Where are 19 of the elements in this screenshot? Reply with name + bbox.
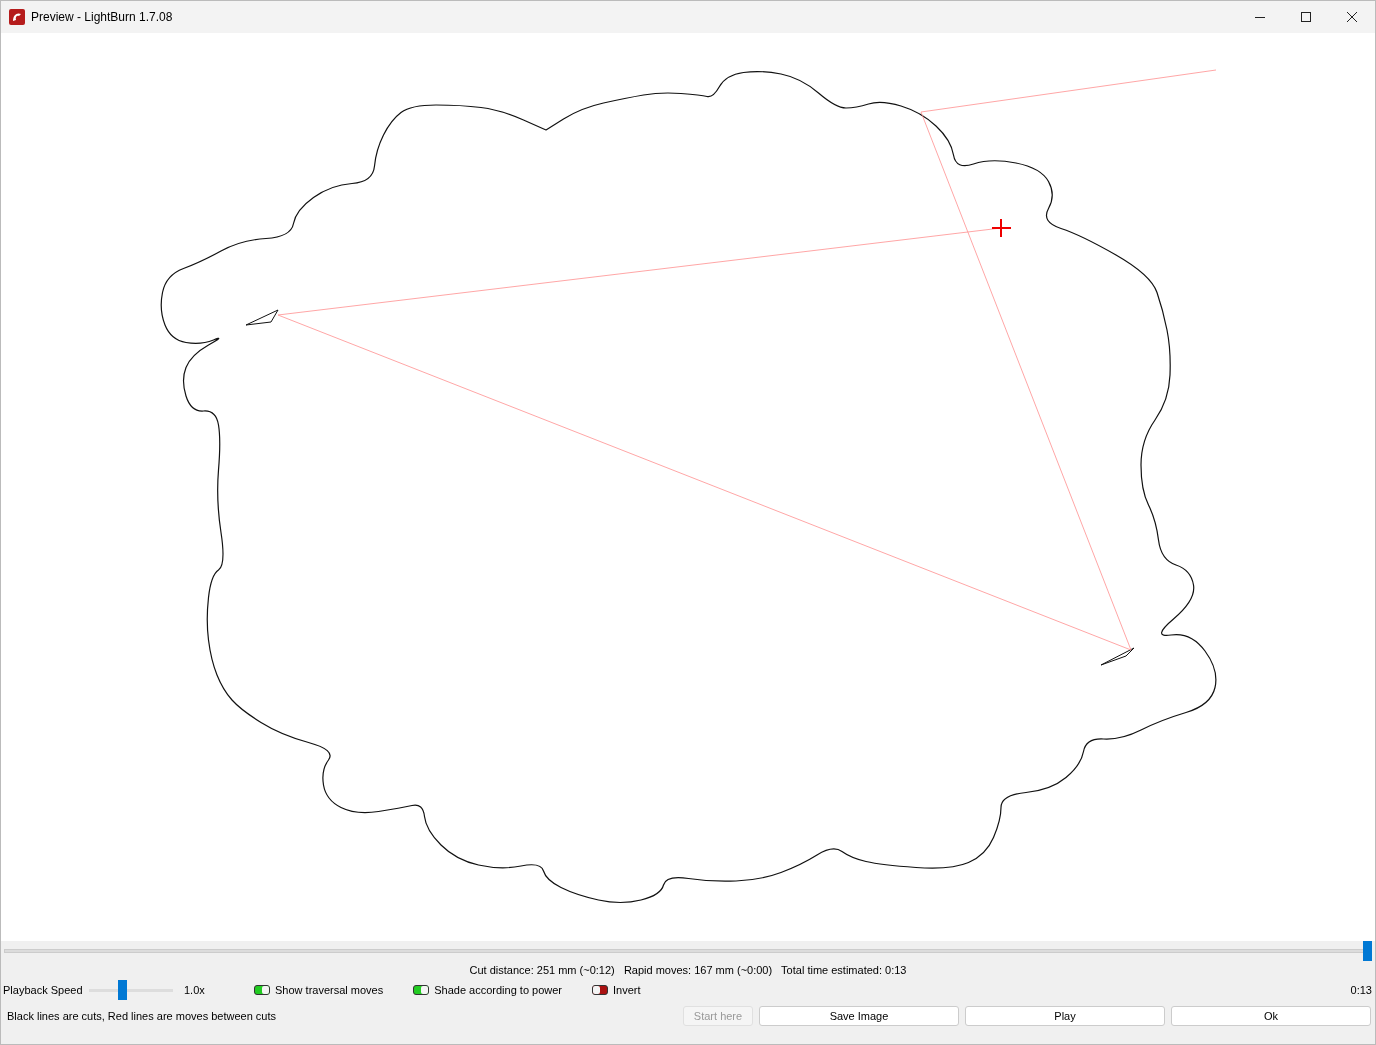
dialog-button[interactable]: Play (965, 1006, 1165, 1026)
speed-reading: 1.0x (184, 982, 206, 998)
speed-slider[interactable] (89, 980, 173, 1000)
toggle-switch[interactable]: Show traversal moves (254, 981, 384, 999)
maximize-icon (1301, 12, 1311, 22)
elapsed-time: 0:13 (1350, 982, 1372, 998)
close-icon (1347, 12, 1357, 22)
stats-text: Cut distance: 251 mm (~0:12) Rapid moves: 167 mm (~0:00) Total time estimated: 0:13 (469, 962, 907, 978)
dialog-button[interactable]: Ok (1171, 1006, 1371, 1026)
crosshair-icon (991, 218, 1012, 238)
minimize-icon (1255, 16, 1265, 18)
dialog-button[interactable]: Save Image (759, 1006, 959, 1026)
toggle-switch[interactable]: Shade according to power (413, 981, 563, 999)
timeline-slider[interactable] (4, 941, 1372, 961)
playback-speed-label: Playback Speed (3, 982, 84, 998)
app-logo-icon (9, 9, 25, 25)
legend-text: Black lines are cuts, Red lines are moves between cuts (7, 1008, 278, 1024)
toggle-switch[interactable]: Invert (592, 981, 641, 999)
window-title: Preview - LightBurn 1.7.08 (31, 9, 173, 26)
